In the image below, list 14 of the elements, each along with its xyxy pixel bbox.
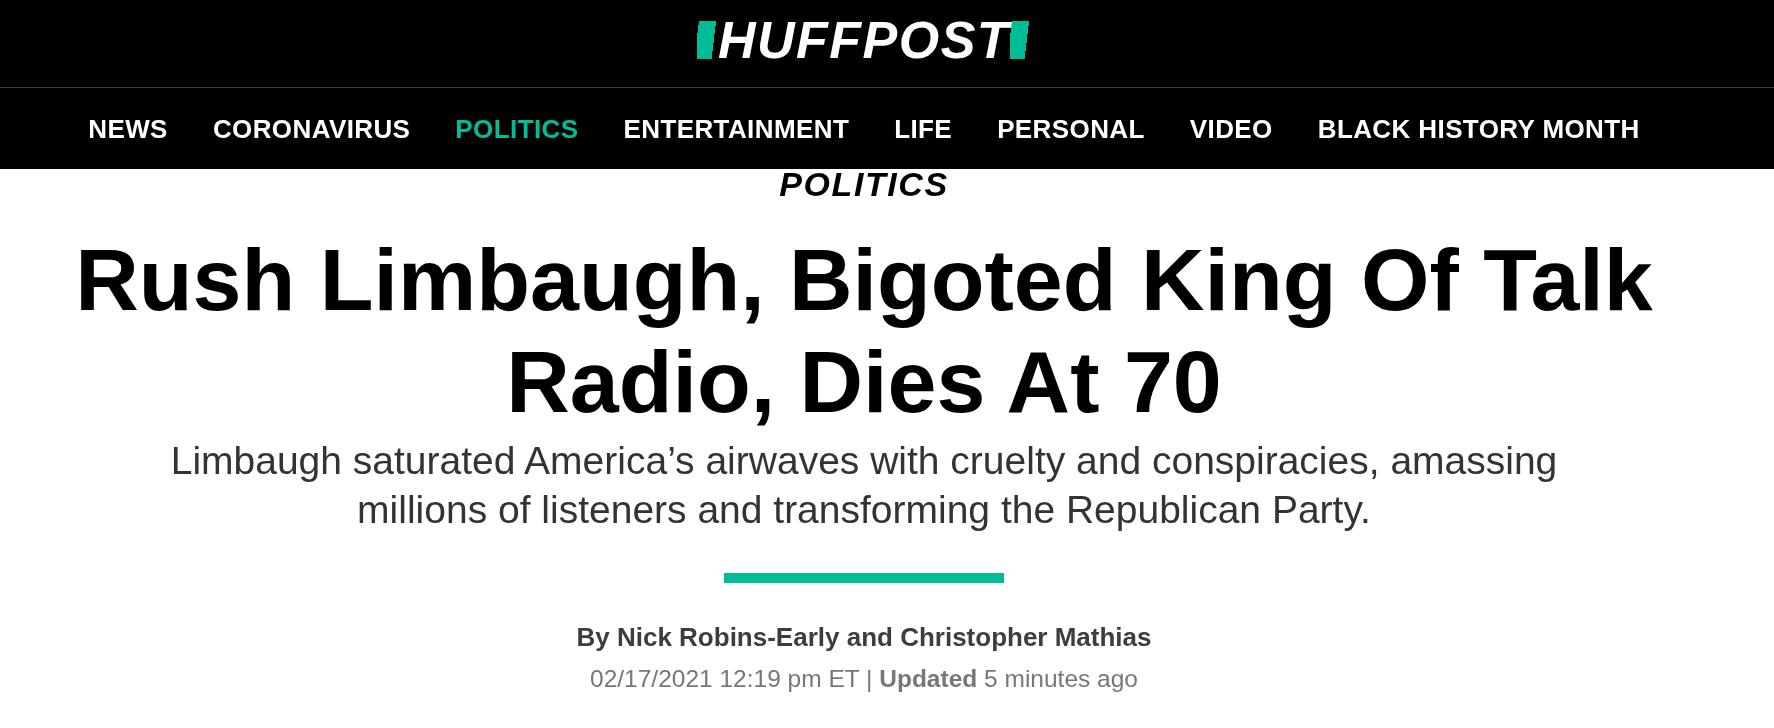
timestamp-text: 02/17/2021 12:19 pm ET | Updated 5 minutes ago <box>590 664 1138 694</box>
nav-link[interactable]: BLACK HISTORY MONTH <box>1317 115 1640 142</box>
article-subtitle: Limbaugh saturated America’s airwaves with cruelty and conspiracies, amassing millions of listeners and transforming the Republican Party. <box>169 438 1559 533</box>
nav-link[interactable]: VIDEO <box>1189 115 1273 142</box>
section-link[interactable]: POLITICS <box>779 169 949 199</box>
nav-link[interactable]: ENTERTAINMENT <box>623 115 850 142</box>
nav-link[interactable]: POLITICS <box>455 115 579 142</box>
nav-link[interactable]: PERSONAL <box>997 115 1145 142</box>
article-headline: Rush Limbaugh, Bigoted King Of Talk Radio, Dies At 70 <box>74 229 1654 433</box>
nav-link[interactable]: LIFE <box>894 115 953 142</box>
nav-link[interactable]: NEWS <box>88 115 168 142</box>
byline-text: By Nick Robins-Early and Christopher Mathias <box>576 621 1152 654</box>
nav-link[interactable]: CORONAVIRUS <box>212 115 411 142</box>
site-logo[interactable]: HUFFPOST <box>696 21 1032 59</box>
